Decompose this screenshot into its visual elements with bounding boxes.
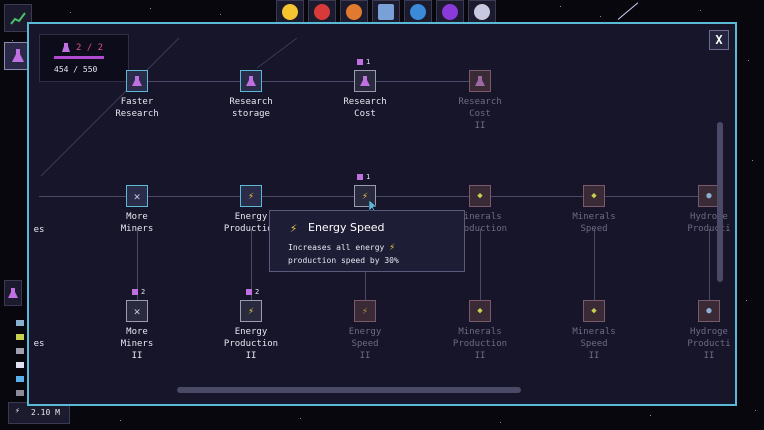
purple-planet-icon — [442, 4, 458, 20]
flask-icon — [475, 76, 485, 86]
energy-speed-icon: ⚡ — [290, 221, 298, 235]
cost-energy-production-2: 2 — [246, 288, 259, 296]
energy-icon: ⚡ — [361, 190, 369, 202]
red-planet-button[interactable] — [308, 0, 336, 24]
moon-icon — [474, 4, 490, 20]
miner-icon: ✕ — [133, 189, 141, 203]
tooltip-title: Energy Speed — [308, 221, 385, 234]
red-planet-icon — [314, 4, 330, 20]
minerals-icon: ◆ — [477, 306, 483, 316]
side-research-mini[interactable] — [4, 280, 22, 306]
label-minerals-speed-2: Minerals Speed II — [572, 327, 616, 361]
label-row2-left: es — [33, 225, 45, 235]
rock-icon — [16, 390, 24, 396]
earth-icon — [410, 4, 426, 20]
tooltip-description: Increases all energy ⚡ production speed … — [288, 242, 399, 265]
connector — [480, 229, 481, 301]
minerals-icon: ◆ — [477, 191, 483, 201]
label-energy-production-2: Energy Production II — [223, 327, 279, 361]
moon-button[interactable] — [468, 0, 496, 24]
label-minerals-speed: Minerals Speed — [572, 212, 616, 234]
satellite-icon — [378, 4, 394, 20]
chart-icon — [10, 12, 26, 25]
energy-icon: ⚡ — [247, 190, 255, 202]
node-energy-production[interactable]: ⚡ — [240, 185, 262, 207]
minerals-icon — [16, 334, 24, 340]
flask-icon — [132, 289, 138, 295]
connector — [594, 229, 595, 301]
flask-icon — [246, 289, 252, 295]
hydrogen-icon — [16, 320, 24, 326]
flask-icon — [360, 76, 370, 86]
energy-icon: ⚡ — [15, 406, 20, 415]
miner-icon: ✕ — [133, 304, 141, 318]
label-research-cost-2: Research Cost II — [458, 97, 502, 131]
node-research-cost[interactable] — [354, 70, 376, 92]
label-row3-left: es — [33, 339, 45, 349]
ice-icon — [16, 362, 24, 368]
flask-icon — [8, 288, 18, 298]
energy-icon: ⚡ — [247, 305, 255, 317]
node-hydrogen-production-2[interactable]: ● — [698, 300, 720, 322]
label-minerals-production-2: Minerals Production II — [452, 327, 508, 361]
node-energy-speed-2[interactable]: ⚡ — [354, 300, 376, 322]
minerals-icon: ◆ — [591, 306, 597, 316]
sun-icon — [282, 4, 298, 20]
node-research-storage[interactable] — [240, 70, 262, 92]
label-more-miners: More Miners — [120, 212, 154, 234]
node-minerals-production-2[interactable]: ◆ — [469, 300, 491, 322]
node-more-miners-2[interactable]: ✕ — [126, 300, 148, 322]
satellite-button[interactable] — [372, 0, 400, 24]
flask-icon — [357, 59, 363, 65]
hydrogen-icon: ● — [706, 191, 712, 201]
label-hydrogen-production: Hydroge Producti — [687, 212, 731, 234]
resource-list — [6, 318, 26, 402]
earth-button[interactable] — [404, 0, 432, 24]
label-more-miners-2: More Miners II — [120, 327, 154, 361]
cost-research-cost: 1 — [357, 58, 370, 66]
orange-planet-icon — [346, 4, 362, 20]
label-research-cost: Research Cost — [343, 97, 387, 119]
node-minerals-production[interactable]: ◆ — [469, 185, 491, 207]
close-button[interactable]: X — [709, 30, 729, 50]
orange-planet-button[interactable] — [340, 0, 368, 24]
cursor-icon — [369, 200, 378, 212]
tooltip-energy-speed: ⚡ Energy Speed Increases all energy ⚡ pr… — [269, 210, 465, 272]
cost-energy-speed: 1 — [357, 173, 370, 181]
energy-icon: ⚡ — [389, 242, 396, 253]
minerals-icon: ◆ — [591, 191, 597, 201]
flask-icon — [132, 76, 142, 86]
cost-more-miners-2: 2 — [132, 288, 145, 296]
purple-planet-button[interactable] — [436, 0, 464, 24]
energy-icon: ⚡ — [361, 305, 369, 317]
energy-rate: 2.10 M — [31, 408, 60, 417]
label-energy-speed-2: Energy Speed II — [348, 327, 382, 361]
node-minerals-speed[interactable]: ◆ — [583, 185, 605, 207]
flask-icon — [246, 76, 256, 86]
node-minerals-speed-2[interactable]: ◆ — [583, 300, 605, 322]
node-faster-research[interactable] — [126, 70, 148, 92]
node-energy-production-2[interactable]: ⚡ — [240, 300, 262, 322]
metal-icon — [16, 348, 24, 354]
crystal-icon — [16, 376, 24, 382]
node-more-miners[interactable]: ✕ — [126, 185, 148, 207]
connector — [147, 81, 481, 82]
vertical-scrollbar[interactable] — [717, 122, 723, 282]
flask-icon — [357, 174, 363, 180]
sun-button[interactable] — [276, 0, 304, 24]
horizontal-scrollbar[interactable] — [177, 387, 521, 393]
flask-icon — [12, 49, 24, 62]
hydrogen-icon: ● — [706, 306, 712, 316]
connector — [709, 229, 710, 301]
label-research-storage: Research storage — [229, 97, 273, 119]
label-faster-research: Faster Research — [115, 97, 159, 119]
label-hydrogen-production-2: Hydroge Producti II — [687, 327, 731, 361]
connector — [365, 272, 366, 301]
node-research-cost-2[interactable] — [469, 70, 491, 92]
research-panel: 2 / 2 454 / 550 X Faster Research Resear… — [27, 22, 737, 406]
planet-bar — [276, 0, 496, 24]
